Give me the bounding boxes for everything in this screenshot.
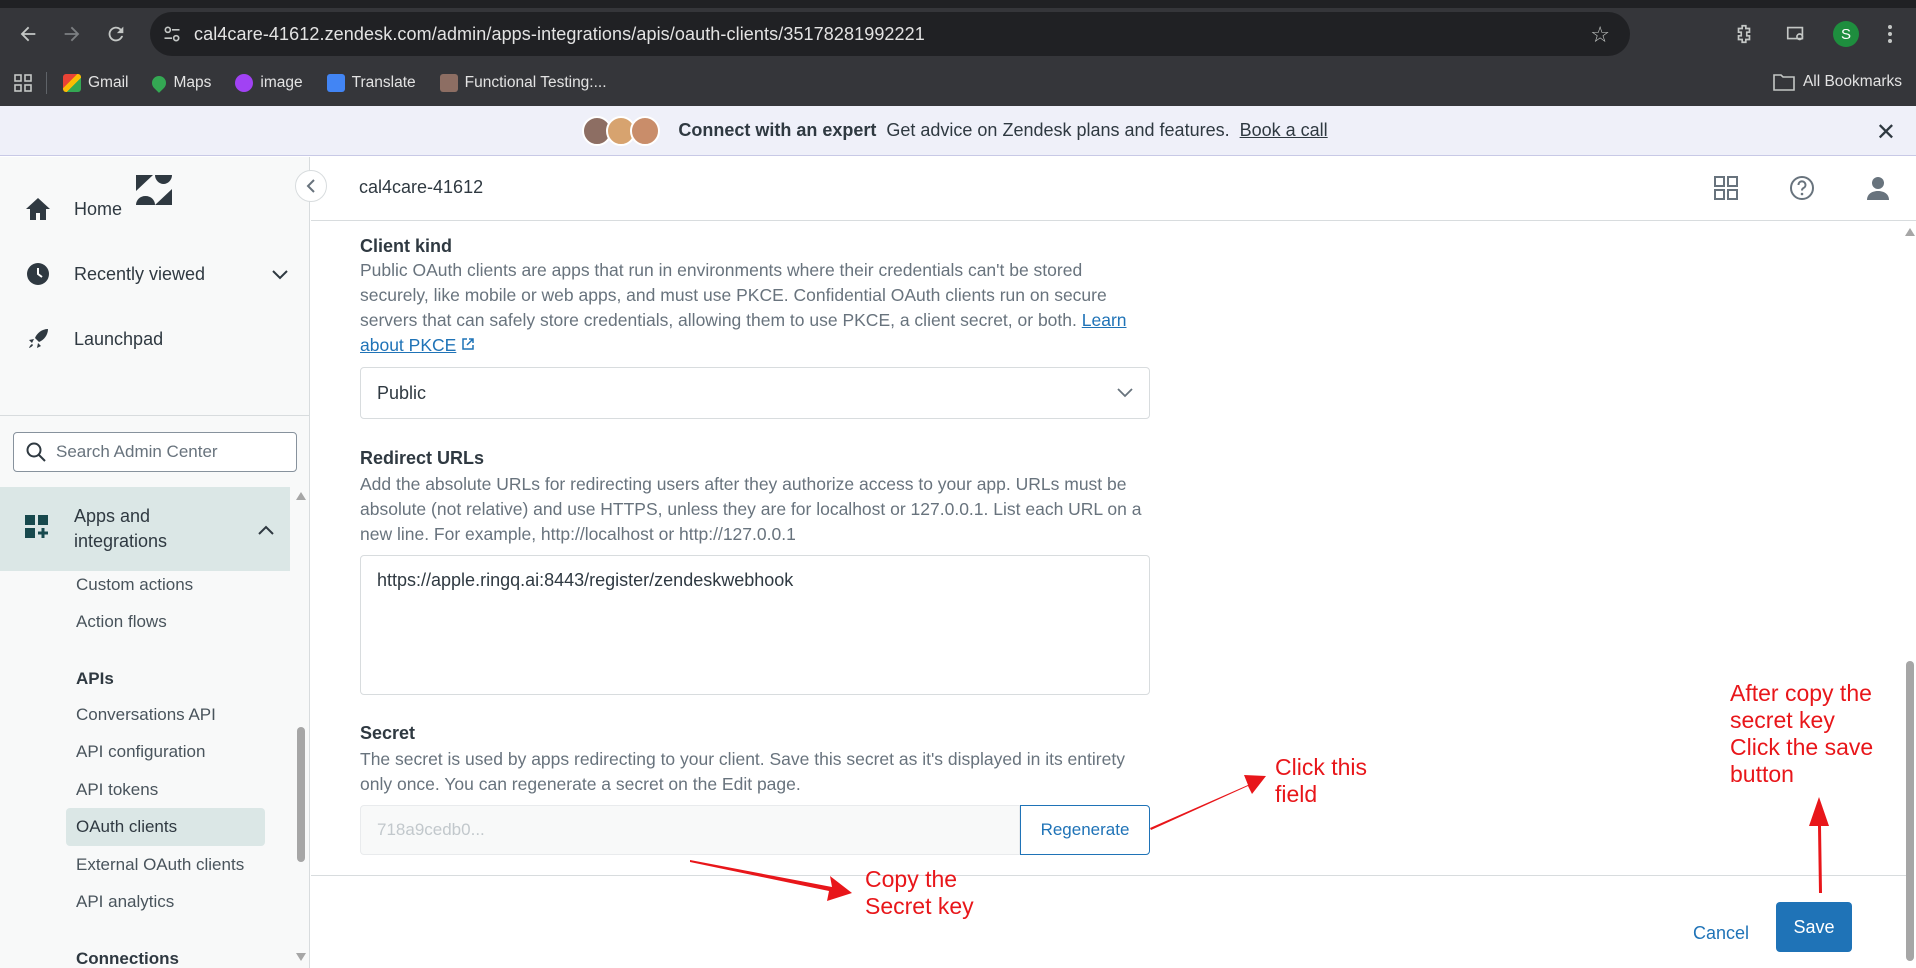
expert-avatar	[630, 115, 661, 146]
profile-avatar[interactable]: S	[1824, 12, 1868, 56]
sidebar-item-custom-actions[interactable]: Custom actions	[76, 575, 193, 595]
banner-title: Connect with an expert	[678, 120, 877, 140]
maps-icon	[149, 73, 170, 93]
browser-menu-icon[interactable]	[1868, 12, 1912, 56]
banner-description: Get advice on Zendesk plans and features…	[886, 120, 1230, 140]
bookmark-translate[interactable]: Translate	[326, 74, 416, 92]
bookmarks-bar: Gmail Maps image Translate Functional Te…	[0, 60, 1916, 106]
sidebar-item-api-configuration[interactable]: API configuration	[76, 742, 205, 762]
site-settings-icon[interactable]	[150, 12, 194, 56]
sidebar-item-conversations-api[interactable]: Conversations API	[76, 705, 216, 725]
bookmark-gmail[interactable]: Gmail	[63, 74, 128, 92]
back-button[interactable]	[6, 12, 50, 56]
book-icon	[439, 74, 458, 92]
apps-plus-icon	[24, 514, 52, 545]
bookmark-maps[interactable]: Maps	[149, 73, 211, 93]
chevron-down-icon	[1117, 382, 1133, 403]
external-link-icon	[462, 338, 474, 350]
bookmarks-divider	[46, 72, 47, 94]
save-button[interactable]: Save	[1776, 902, 1852, 952]
sidebar-scrollbar-thumb[interactable]	[297, 727, 305, 862]
redirect-urls-hint: Add the absolute URLs for redirecting us…	[360, 474, 1142, 544]
secret-hint: The secret is used by apps redirecting t…	[360, 749, 1125, 794]
image-icon	[235, 74, 254, 92]
client-kind-hint: Public OAuth clients are apps that run i…	[360, 260, 1127, 355]
secret-label: Secret	[360, 723, 416, 743]
arrow-right-icon	[64, 26, 80, 42]
clock-icon	[24, 262, 52, 286]
chevron-left-icon	[306, 179, 315, 193]
bookmark-functional-testing[interactable]: Functional Testing:...	[439, 74, 607, 92]
bookmark-star-icon[interactable]: ☆	[1590, 22, 1610, 48]
reload-icon	[108, 26, 124, 42]
expert-banner: Connect with an expert Get advice on Zen…	[0, 106, 1916, 156]
sidebar-heading-apis: APIs	[76, 669, 114, 688]
help-icon[interactable]	[1789, 175, 1815, 206]
browser-tabstrip	[0, 0, 1916, 8]
book-a-call-link[interactable]: Book a call	[1240, 120, 1328, 141]
sidebar-item-oauth-clients[interactable]: OAuth clients	[76, 817, 177, 837]
browser-toolbar: cal4care-41612.zendesk.com/admin/apps-in…	[0, 8, 1916, 60]
annotation-copy-secret: Copy the Secret key	[865, 866, 974, 919]
expert-avatars	[582, 115, 661, 146]
rocket-icon	[24, 327, 52, 351]
admin-header: cal4care-41612	[311, 157, 1916, 221]
extensions-icon[interactable]	[1722, 12, 1766, 56]
sidebar-item-action-flows[interactable]: Action flows	[76, 612, 167, 632]
apps-grid-icon[interactable]	[14, 74, 32, 92]
redirect-urls-textarea[interactable]: https://apple.ringq.ai:8443/register/zen…	[360, 555, 1150, 695]
close-icon[interactable]: ✕	[1876, 118, 1896, 147]
chevron-up-icon	[258, 519, 274, 540]
sidebar-item-external-oauth-clients[interactable]: External OAuth clients	[76, 855, 244, 875]
form-footer: Cancel Save	[311, 875, 1906, 968]
admin-sidebar: Home Recently viewed Launchpad Search Ad…	[0, 157, 310, 968]
sidebar-item-api-tokens[interactable]: API tokens	[76, 780, 158, 800]
client-kind-select[interactable]: Public	[360, 367, 1150, 419]
secret-field[interactable]: 718a9cedb0...	[360, 805, 1020, 855]
forward-button[interactable]	[50, 12, 94, 56]
sidebar-divider	[0, 415, 310, 416]
reload-button[interactable]	[94, 12, 138, 56]
sidebar-item-launchpad[interactable]: Launchpad	[0, 309, 300, 369]
url-text: cal4care-41612.zendesk.com/admin/apps-in…	[194, 23, 925, 44]
sidebar-heading-connections: Connections	[76, 949, 179, 968]
collapse-sidebar-button[interactable]	[295, 170, 327, 202]
main-scrollbar[interactable]	[1904, 221, 1916, 968]
scroll-up-icon[interactable]	[1904, 227, 1916, 237]
client-kind-label: Client kind	[360, 236, 453, 256]
account-name: cal4care-41612	[359, 177, 484, 197]
sidebar-item-apps-and-integrations[interactable]: Apps and integrations	[0, 487, 290, 571]
regenerate-button[interactable]: Regenerate	[1020, 805, 1150, 855]
profile-initial: S	[1833, 21, 1859, 47]
bookmark-image[interactable]: image	[235, 74, 303, 92]
sidebar-item-api-analytics[interactable]: API analytics	[76, 892, 174, 912]
cancel-button[interactable]: Cancel	[1681, 916, 1761, 950]
sidebar-scrollbar[interactable]	[295, 487, 307, 968]
annotation-click-field: Click this field	[1275, 754, 1368, 807]
sidebar-item-recently-viewed[interactable]: Recently viewed	[0, 244, 300, 304]
toolbar-right: S	[1722, 12, 1916, 56]
address-bar[interactable]: cal4care-41612.zendesk.com/admin/apps-in…	[150, 12, 1630, 56]
user-profile-icon[interactable]	[1865, 175, 1891, 206]
all-bookmarks[interactable]: All Bookmarks	[1773, 73, 1902, 91]
gmail-icon	[63, 74, 81, 92]
cast-search-icon[interactable]	[1774, 12, 1818, 56]
sidebar-item-home[interactable]: Home	[0, 179, 300, 239]
product-tray-icon[interactable]	[1713, 175, 1739, 206]
folder-icon	[1773, 74, 1795, 91]
admin-search-input[interactable]: Search Admin Center	[13, 432, 297, 472]
main-scrollbar-thumb[interactable]	[1906, 661, 1914, 961]
redirect-urls-label: Redirect URLs	[360, 448, 485, 468]
oauth-client-form: Client kind Public OAuth clients are app…	[311, 221, 1906, 875]
translate-icon	[326, 74, 345, 92]
annotation-after-copy: After copy the secret key Click the save…	[1730, 680, 1874, 787]
arrow-left-icon	[20, 26, 36, 42]
scroll-down-icon[interactable]	[295, 952, 307, 962]
search-icon	[26, 442, 46, 462]
home-icon	[24, 197, 52, 221]
scroll-up-icon[interactable]	[295, 491, 307, 501]
chevron-down-icon	[272, 264, 288, 285]
